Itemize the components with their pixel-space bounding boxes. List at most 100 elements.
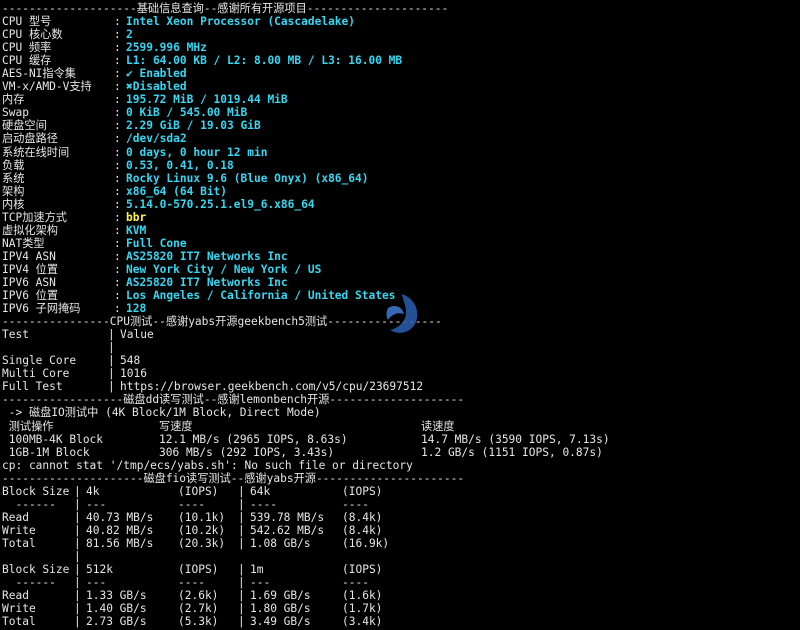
dd-row: 100MB-4K Block 12.1 MB/s (2965 IOPS, 8.63… bbox=[2, 433, 800, 446]
info-value: x86_64 (64 Bit) bbox=[126, 184, 228, 198]
fio-pipe: | bbox=[238, 589, 252, 603]
fio-cell: Block Size bbox=[2, 484, 70, 498]
info-colon: : bbox=[114, 236, 128, 250]
info-colon: : bbox=[114, 197, 128, 211]
cpu-cell: 1016 bbox=[120, 367, 147, 381]
cpu-cell: Single Core bbox=[2, 354, 77, 368]
info-value: 2.29 GiB / 19.03 GiB bbox=[126, 119, 261, 133]
fio-cell: (5.3k) bbox=[178, 615, 219, 629]
info-row: CPU 频率: 2599.996 MHz bbox=[2, 41, 800, 54]
terminal-output: --------------------基础信息查询--感谢所有开源项目----… bbox=[0, 0, 800, 628]
fio-cell: (IOPS) bbox=[178, 563, 219, 577]
cpu-pipe: | bbox=[108, 341, 122, 355]
fio-cell: 1.08 GB/s bbox=[250, 536, 311, 550]
info-value: bbr bbox=[126, 210, 147, 224]
info-key: 虚拟化架构 bbox=[2, 223, 58, 237]
fio-cell: ---- bbox=[250, 497, 277, 511]
info-colon: : bbox=[114, 210, 128, 224]
info-colon: : bbox=[114, 119, 128, 133]
fio-pipe: | bbox=[238, 523, 252, 537]
info-colon: : bbox=[114, 262, 128, 276]
fio-cell: Read bbox=[2, 510, 29, 524]
info-colon: : bbox=[114, 80, 128, 94]
info-value: Full Cone bbox=[126, 236, 187, 250]
fio-pipe: | bbox=[74, 549, 88, 563]
fio-cell: 40.82 MB/s bbox=[86, 523, 154, 537]
info-key: Swap bbox=[2, 106, 29, 120]
info-colon: : bbox=[114, 158, 128, 172]
info-key: 系统 bbox=[2, 171, 25, 185]
info-key: CPU 核心数 bbox=[2, 28, 63, 42]
info-key: CPU 频率 bbox=[2, 41, 52, 55]
fio-pipe: | bbox=[238, 563, 252, 577]
dd-cell: 306 MB/s (292 IOPS, 3.43s) bbox=[159, 445, 335, 459]
info-row: AES-NI指令集: ✔ Enabled bbox=[2, 67, 800, 80]
dd-cell: 100MB-4K Block bbox=[2, 432, 104, 446]
fio-cell: (1.6k) bbox=[342, 589, 383, 603]
fio-cell: Total bbox=[2, 536, 36, 550]
info-row: NAT类型: Full Cone bbox=[2, 237, 800, 250]
fio-cell: Read bbox=[2, 589, 29, 603]
fio-pipe: | bbox=[238, 576, 252, 590]
fio-cell: 1.40 GB/s bbox=[86, 602, 147, 616]
info-key: 硬盘空间 bbox=[2, 119, 47, 133]
info-colon: : bbox=[114, 106, 128, 120]
info-value: 2599.996 MHz bbox=[126, 41, 207, 55]
dd-row: 1GB-1M Block 306 MB/s (292 IOPS, 3.43s) 1.… bbox=[2, 446, 800, 459]
fio-cell: 1.33 GB/s bbox=[86, 589, 147, 603]
cpu-cell: Value bbox=[120, 328, 154, 342]
dd-header-row: 测试操作 写速度 读速度 bbox=[2, 420, 800, 433]
info-row: 虚拟化架构: KVM bbox=[2, 224, 800, 237]
info-value: /dev/sda2 bbox=[126, 132, 187, 146]
separator-disk-dd: ------------------磁盘dd读写测试--感谢lemonbench… bbox=[2, 393, 465, 407]
info-key: AES-NI指令集 bbox=[2, 67, 76, 81]
fio-cell: Block Size bbox=[2, 563, 70, 577]
fio-cell: Write bbox=[2, 523, 36, 537]
info-key: 启动盘路径 bbox=[2, 132, 58, 146]
fio-cell: Write bbox=[2, 602, 36, 616]
fio-cell: (10.2k) bbox=[178, 523, 226, 537]
info-row: 内存: 195.72 MiB / 1019.44 MiB bbox=[2, 93, 800, 106]
fio-pipe: | bbox=[238, 497, 252, 511]
fio-pipe: | bbox=[74, 563, 88, 577]
fio-pipe: | bbox=[238, 602, 252, 616]
fio-cell: 81.56 MB/s bbox=[86, 536, 154, 550]
fio-cell: --- bbox=[86, 497, 107, 511]
info-key: IPV4 ASN bbox=[2, 249, 56, 263]
info-colon: : bbox=[114, 93, 128, 107]
fio-cell: 2.73 GB/s bbox=[86, 615, 147, 629]
info-row: CPU 缓存: L1: 64.00 KB / L2: 8.00 MB / L3:… bbox=[2, 54, 800, 67]
info-colon: : bbox=[114, 15, 128, 29]
info-value: AS25820 IT7 Networks Inc bbox=[126, 249, 288, 263]
fio-row: Read | 1.33 GB/s (2.6k) | 1.69 GB/s (1.6k) bbox=[2, 589, 800, 602]
basic-info-list: CPU 型号: Intel Xeon Processor (Cascadelak… bbox=[2, 15, 800, 315]
info-row: 架构: x86_64 (64 Bit) bbox=[2, 185, 800, 198]
info-row: VM-x/AMD-V支持: ✖Disabled bbox=[2, 80, 800, 93]
info-key: VM-x/AMD-V支持 bbox=[2, 80, 92, 94]
fio-pipe: | bbox=[238, 615, 252, 629]
dd-cell: 1.2 GB/s (1151 IOPS, 0.87s) bbox=[421, 445, 603, 459]
fio-dash-row: ------ | --- ---- | ---- ---- bbox=[2, 498, 800, 511]
fio-cell: --- bbox=[86, 576, 107, 590]
info-colon: : bbox=[114, 67, 128, 81]
cpu-cell: https://browser.geekbench.com/v5/cpu/236… bbox=[120, 380, 424, 394]
cpu-pipe: | bbox=[108, 354, 122, 368]
fio-cell: 512k bbox=[86, 563, 113, 577]
info-value: 5.14.0-570.25.1.el9_6.x86_64 bbox=[126, 197, 315, 211]
info-colon: : bbox=[114, 145, 128, 159]
dd-cell: 12.1 MB/s (2965 IOPS, 8.63s) bbox=[159, 432, 348, 446]
fio-cell: (3.4k) bbox=[342, 615, 383, 629]
info-row: CPU 核心数: 2 bbox=[2, 28, 800, 41]
fio-cell: ------ bbox=[2, 576, 56, 590]
fio-pipe: | bbox=[238, 510, 252, 524]
cpu-cell: Test bbox=[2, 328, 29, 342]
info-key: CPU 型号 bbox=[2, 15, 52, 29]
info-row: TCP加速方式: bbr bbox=[2, 211, 800, 224]
info-colon: : bbox=[114, 184, 128, 198]
info-key: 内存 bbox=[2, 93, 25, 107]
fio-cell: (8.4k) bbox=[342, 510, 383, 524]
info-key: IPV6 ASN bbox=[2, 275, 56, 289]
info-value: Los Angeles / California / United States bbox=[126, 289, 396, 303]
info-value: Intel Xeon Processor (Cascadelake) bbox=[126, 15, 356, 29]
info-colon: : bbox=[114, 132, 128, 146]
